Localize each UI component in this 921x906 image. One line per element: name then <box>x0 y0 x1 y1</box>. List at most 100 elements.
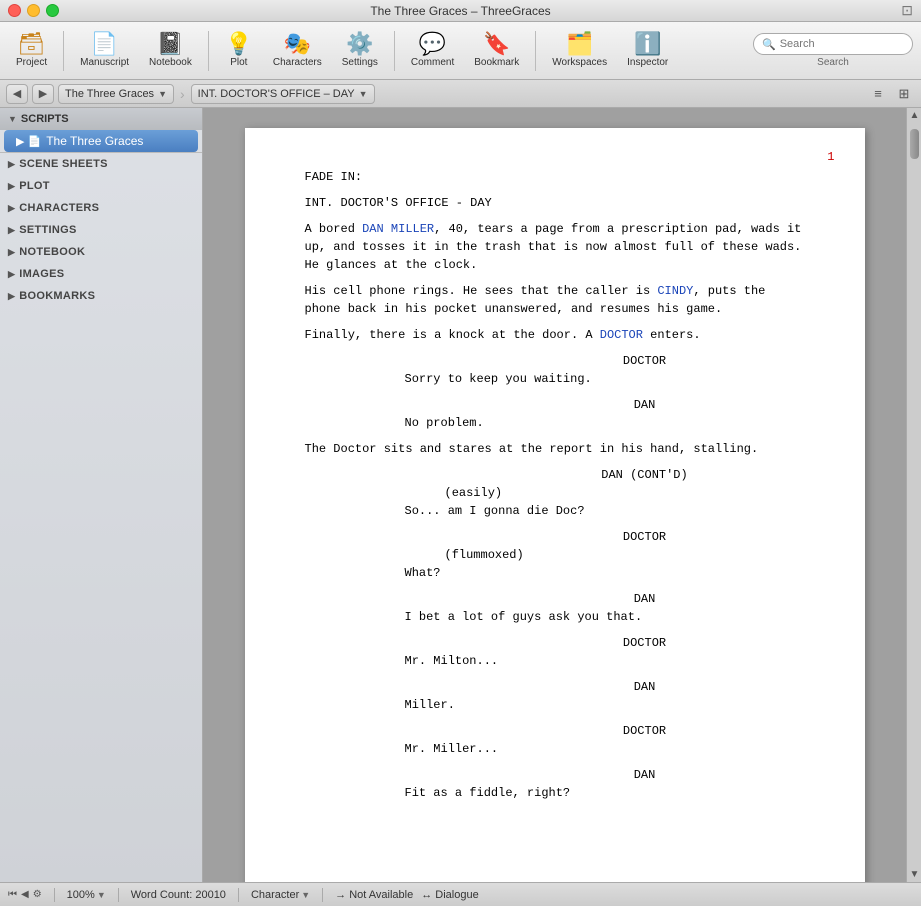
scripts-section-header[interactable]: ▼ SCRIPTS <box>0 108 202 130</box>
element-dropdown[interactable]: Character ▼ <box>251 889 310 901</box>
scene-name: INT. DOCTOR'S OFFICE – DAY <box>198 88 355 100</box>
script-dialogue-dan-3: I bet a lot of guys ask you that. <box>305 608 805 626</box>
notebook-icon: 📓 <box>157 33 184 55</box>
toolbar-characters-label: Characters <box>273 57 322 68</box>
sidebar-item-images[interactable]: ▶ IMAGES <box>0 263 202 285</box>
scene-dropdown-arrow: ▼ <box>359 89 368 99</box>
toolbar-comment[interactable]: 💬 Comment <box>403 29 462 72</box>
zoom-value: 100% <box>67 889 95 901</box>
script-speaker-dan-3: DAN <box>305 678 805 696</box>
scrollbar-track <box>907 123 921 867</box>
script-action-2: His cell phone rings. He sees that the c… <box>305 282 805 318</box>
status-sep-2 <box>118 888 119 902</box>
status-sep-1 <box>54 888 55 902</box>
toolbar-plot[interactable]: 💡 Plot <box>217 29 261 72</box>
search-icon: 🔍 <box>762 38 776 51</box>
scrollbar-thumb[interactable] <box>910 129 919 159</box>
sidebar-item-settings[interactable]: ▶ SETTINGS <box>0 219 202 241</box>
script-speaker-dan-1: DAN <box>305 396 805 414</box>
plot-chevron: ▶ <box>8 181 15 192</box>
plot-label: PLOT <box>19 180 50 192</box>
nav-divider: › <box>180 86 185 102</box>
right-scrollbar: ▲ ▼ <box>906 108 921 882</box>
toolbar-notebook[interactable]: 📓 Notebook <box>141 29 200 72</box>
images-chevron: ▶ <box>8 269 15 280</box>
nav-back-button[interactable]: ◀ <box>6 84 28 104</box>
maximize-button[interactable] <box>46 4 59 17</box>
script-speaker-dan-2: DAN <box>305 590 805 608</box>
script-paren-1: (easily) <box>305 484 805 502</box>
script-dialogue-doctor-2: What? <box>305 564 805 582</box>
script-dialogue-doctor-1: Sorry to keep you waiting. <box>305 370 805 388</box>
comment-icon: 💬 <box>419 33 446 55</box>
toolbar-plot-label: Plot <box>230 57 247 68</box>
nav-forward-button[interactable]: ▶ <box>32 84 54 104</box>
script-dialogue-doctor-3: Mr. Milton... <box>305 652 805 670</box>
script-scene-heading: INT. DOCTOR'S OFFICE - DAY <box>305 194 805 212</box>
script-speaker-doctor-2: DOCTOR <box>305 528 805 546</box>
settings-label: SETTINGS <box>19 224 76 236</box>
script-dialogue-dan-4: Miller. <box>305 696 805 714</box>
scripts-chevron: ▼ <box>8 114 17 124</box>
script-dialogue-doctor-4: Mr. Miller... <box>305 740 805 758</box>
window-controls[interactable] <box>8 4 59 17</box>
status-nav-back[interactable]: ◀ <box>21 889 29 900</box>
settings-chevron: ▶ <box>8 225 15 236</box>
script-speaker-doctor-3: DOCTOR <box>305 634 805 652</box>
view-grid-button[interactable]: ⊞ <box>893 84 915 104</box>
scroll-up-button[interactable]: ▲ <box>907 108 921 123</box>
script-speaker-doctor-1: DOCTOR <box>305 352 805 370</box>
script-speaker-doctor-4: DOCTOR <box>305 722 805 740</box>
toolbar-manuscript[interactable]: 📄 Manuscript <box>72 29 137 72</box>
sidebar-item-notebook[interactable]: ▶ NOTEBOOK <box>0 241 202 263</box>
toolbar-inspector[interactable]: ℹ️ Inspector <box>619 29 676 72</box>
sidebar-item-characters[interactable]: ▶ CHARACTERS <box>0 197 202 219</box>
toolbar-sep-1 <box>63 31 64 71</box>
sidebar-item-three-graces[interactable]: ▶ 📄 The Three Graces <box>4 130 198 152</box>
toolbar-sep-2 <box>208 31 209 71</box>
close-button[interactable] <box>8 4 21 17</box>
script-dialogue-dan-2: So... am I gonna die Doc? <box>305 502 805 520</box>
plot-icon: 💡 <box>225 33 252 55</box>
project-icon: 🗃 <box>18 33 46 55</box>
status-nav-prev[interactable]: ⏮ <box>8 889 17 900</box>
scripts-section: ▼ SCRIPTS ▶ 📄 The Three Graces <box>0 108 202 153</box>
toolbar-bookmark[interactable]: 🔖 Bookmark <box>466 29 527 72</box>
sidebar-item-scene-sheets[interactable]: ▶ SCENE SHEETS <box>0 153 202 175</box>
toolbar-sep-4 <box>535 31 536 71</box>
scene-sheets-label: SCENE SHEETS <box>19 158 108 170</box>
view-list-button[interactable]: ≡ <box>867 84 889 104</box>
status-settings-icon[interactable]: ⚙ <box>33 889 42 900</box>
sidebar-item-bookmarks[interactable]: ▶ BOOKMARKS <box>0 285 202 307</box>
script-area[interactable]: 1 FADE IN: INT. DOCTOR'S OFFICE - DAY A … <box>203 108 906 882</box>
toolbar-sep-3 <box>394 31 395 71</box>
toolbar-workspaces[interactable]: 🗂️ Workspaces <box>544 29 615 72</box>
sidebar-item-plot[interactable]: ▶ PLOT <box>0 175 202 197</box>
element-arrow: ▼ <box>301 890 310 900</box>
script-dropdown-arrow: ▼ <box>158 89 167 99</box>
element-label: Character <box>251 889 299 901</box>
search-input[interactable] <box>780 38 904 50</box>
settings-icon: ⚙️ <box>346 33 373 55</box>
title-bar: The Three Graces – ThreeGraces ⊡ <box>0 0 921 22</box>
resize-button[interactable]: ⊡ <box>901 2 913 19</box>
toolbar-project-label: Project <box>16 57 47 68</box>
toolbar-inspector-label: Inspector <box>627 57 668 68</box>
minimize-button[interactable] <box>27 4 40 17</box>
scroll-down-button[interactable]: ▼ <box>907 867 921 882</box>
toolbar-project[interactable]: 🗃 Project <box>8 29 55 72</box>
toolbar-characters[interactable]: 🎭 Characters <box>265 29 330 72</box>
toolbar-settings[interactable]: ⚙️ Settings <box>334 29 386 72</box>
toolbar-workspaces-label: Workspaces <box>552 57 607 68</box>
images-label: IMAGES <box>19 268 64 280</box>
toolbar: 🗃 Project 📄 Manuscript 📓 Notebook 💡 Plot… <box>0 22 921 80</box>
word-count: Word Count: 20010 <box>131 889 226 901</box>
scene-dropdown[interactable]: INT. DOCTOR'S OFFICE – DAY ▼ <box>191 84 375 104</box>
search-box[interactable]: 🔍 <box>753 33 913 55</box>
script-dropdown[interactable]: The Three Graces ▼ <box>58 84 174 104</box>
toolbar-settings-label: Settings <box>342 57 378 68</box>
zoom-dropdown[interactable]: 100% ▼ <box>67 889 106 901</box>
bookmarks-label: BOOKMARKS <box>19 290 95 302</box>
notebook-chevron: ▶ <box>8 247 15 258</box>
script-fade-in: FADE IN: <box>305 168 805 186</box>
